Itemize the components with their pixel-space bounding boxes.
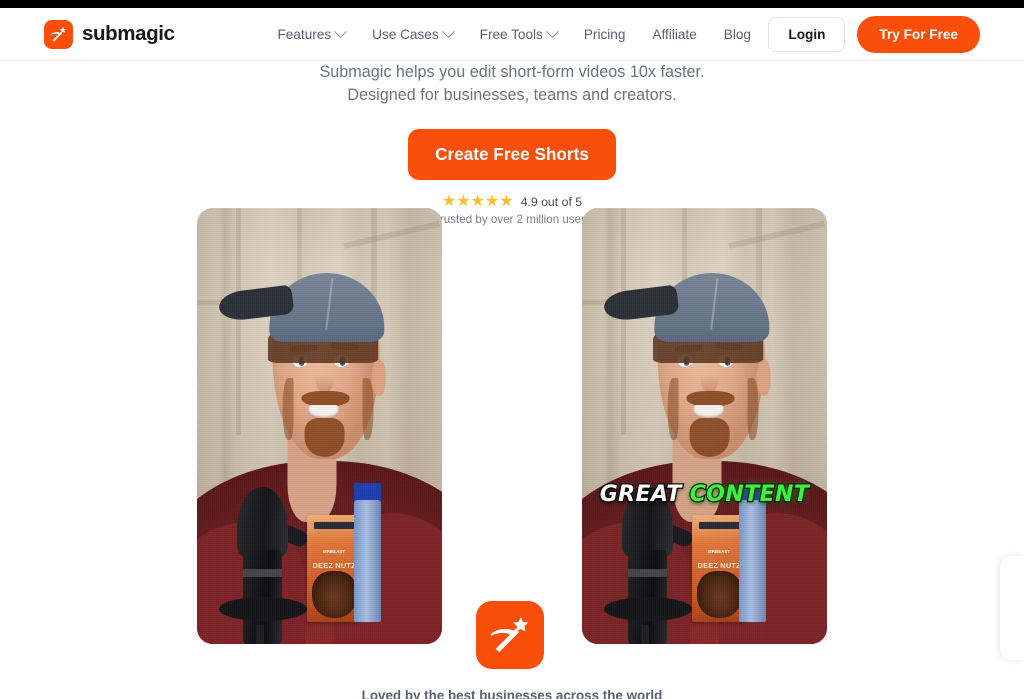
brand-name: submagic bbox=[82, 22, 175, 45]
person-beard bbox=[689, 418, 730, 457]
hero-subtitle-line-1: Submagic helps you edit short-form video… bbox=[319, 63, 705, 81]
side-panel-tab[interactable] bbox=[1000, 556, 1024, 660]
page-root: submagic Features Use Cases Free Tools P… bbox=[0, 0, 1024, 699]
person-beard bbox=[304, 418, 345, 457]
center-magic-wand-icon bbox=[476, 601, 544, 669]
person-jawline bbox=[667, 378, 679, 441]
person-mouth bbox=[308, 404, 339, 420]
nav-item-features[interactable]: Features bbox=[277, 24, 348, 42]
nav-label-use-cases: Use Cases bbox=[372, 26, 439, 42]
nav-item-affiliate[interactable]: Affiliate bbox=[652, 27, 696, 42]
try-for-free-button[interactable]: Try For Free bbox=[857, 15, 980, 53]
nav-label-features: Features bbox=[277, 26, 332, 42]
primary-nav: Features Use Cases Free Tools Pricing Af… bbox=[277, 24, 751, 42]
nav-item-blog[interactable]: Blog bbox=[724, 27, 751, 42]
loved-by-heading: Loved by the best businesses across the … bbox=[361, 688, 663, 699]
nav-item-pricing[interactable]: Pricing bbox=[584, 27, 626, 42]
video-before[interactable]: MRBEAST DEEZ NUTZ bbox=[197, 208, 442, 644]
site-navbar: submagic Features Use Cases Free Tools P… bbox=[0, 8, 1024, 61]
video-comparison: MRBEAST DEEZ NUTZ MRBEAST DEEZ NUTZ GREA… bbox=[0, 208, 1024, 669]
person-jawline bbox=[282, 378, 294, 441]
water-bottle bbox=[738, 500, 766, 623]
magic-wand-icon bbox=[44, 19, 73, 49]
person-ear bbox=[756, 359, 771, 397]
chevron-down-icon bbox=[441, 24, 455, 38]
video-after-frame: MRBEAST DEEZ NUTZ GREAT CONTENT bbox=[582, 208, 827, 644]
nav-item-use-cases[interactable]: Use Cases bbox=[372, 24, 455, 42]
hero-subtitle: Submagic helps you edit short-form video… bbox=[0, 61, 1024, 107]
video-after[interactable]: MRBEAST DEEZ NUTZ GREAT CONTENT bbox=[582, 208, 827, 644]
nav-item-free-tools[interactable]: Free Tools bbox=[479, 24, 559, 42]
brand-logo-link[interactable]: submagic bbox=[44, 19, 175, 49]
person-nose bbox=[315, 365, 334, 393]
hero-section: Submagic helps you edit short-form video… bbox=[0, 61, 1024, 226]
person-mouth bbox=[693, 404, 724, 420]
navbar-actions: Login Try For Free bbox=[768, 15, 980, 53]
hero-cta-wrapper: Create Free Shorts bbox=[0, 129, 1024, 180]
person-ear bbox=[371, 359, 386, 397]
create-free-shorts-button[interactable]: Create Free Shorts bbox=[408, 129, 616, 180]
hero-subtitle-line-2: Designed for businesses, teams and creat… bbox=[347, 86, 677, 104]
video-before-frame: MRBEAST DEEZ NUTZ bbox=[197, 208, 442, 644]
caption-word-great: GREAT bbox=[598, 481, 682, 507]
rating-value-text: 4.9 out of 5 bbox=[520, 195, 583, 209]
nav-label-free-tools: Free Tools bbox=[479, 26, 543, 42]
caption-word-content: CONTENT bbox=[688, 481, 810, 507]
video-caption-overlay: GREAT CONTENT bbox=[582, 481, 827, 507]
chevron-down-icon bbox=[545, 24, 559, 38]
chevron-down-icon bbox=[334, 24, 348, 38]
browser-top-strip bbox=[0, 0, 1024, 8]
water-bottle bbox=[353, 500, 381, 623]
login-button[interactable]: Login bbox=[768, 16, 846, 52]
person-nose bbox=[700, 365, 719, 393]
